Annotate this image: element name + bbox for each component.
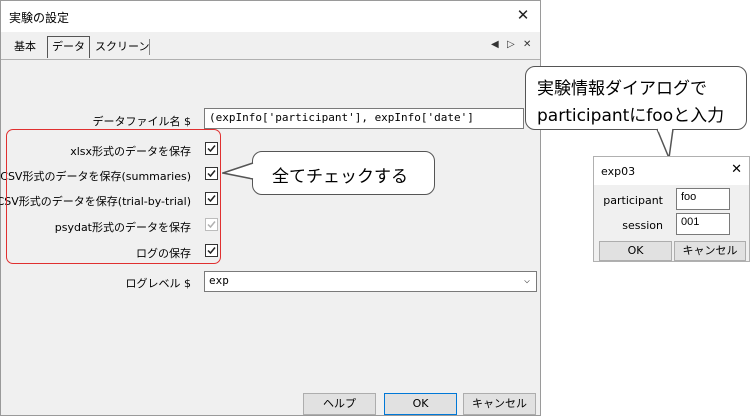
dialog-title: 実験の設定 xyxy=(9,11,70,25)
log-level-value: exp xyxy=(209,274,229,287)
tab-row: 基本 データ スクリーン ◀ ▷ ✕ xyxy=(1,32,540,59)
tab-data[interactable]: データ xyxy=(47,36,90,58)
close-icon[interactable]: ✕ xyxy=(731,162,742,177)
data-filename-label: データファイル名 $ xyxy=(92,115,192,128)
session-label: session xyxy=(622,219,663,232)
info-cancel-button[interactable]: キャンセル xyxy=(674,241,746,261)
tab-screen[interactable]: スクリーン xyxy=(91,38,153,56)
log-level-label: ログレベル $ xyxy=(125,277,192,290)
tab-close-icon[interactable]: ✕ xyxy=(523,39,531,50)
participant-input[interactable]: foo xyxy=(676,188,730,210)
check-all-callout-text: 全てチェックする xyxy=(272,167,408,187)
info-callout-line1: 実験情報ダイアログで xyxy=(537,79,707,99)
log-level-select[interactable]: exp ⌵ xyxy=(204,271,537,292)
tab-basic[interactable]: 基本 xyxy=(10,38,40,56)
participant-label: participant xyxy=(603,194,663,207)
info-dialog-callout: 実験情報ダイアログで participantにfooと入力 xyxy=(525,66,747,130)
info-dialog-title: exp03 xyxy=(601,165,636,178)
tab-separator xyxy=(149,39,150,55)
title-bar: 実験の設定 ✕ xyxy=(1,1,540,32)
help-button[interactable]: ヘルプ xyxy=(303,393,376,415)
check-all-callout-pointer xyxy=(222,162,254,180)
dropdown-chevron-icon: ⌵ xyxy=(523,275,530,286)
data-filename-input[interactable]: (expInfo['participant'], expInfo['date'] xyxy=(204,108,524,129)
info-callout-line2: participantにfooと入力 xyxy=(537,106,725,126)
checkbox-highlight-box xyxy=(6,129,221,264)
close-icon[interactable]: ✕ xyxy=(514,6,532,24)
experiment-info-dialog: exp03 ✕ participant foo session 001 OK キ… xyxy=(593,156,750,262)
session-input[interactable]: 001 xyxy=(676,213,730,235)
info-title-bar: exp03 ✕ xyxy=(594,157,749,185)
tab-next-icon[interactable]: ▷ xyxy=(507,39,515,50)
cancel-button[interactable]: キャンセル xyxy=(463,393,536,415)
ok-button[interactable]: OK xyxy=(384,393,457,415)
info-ok-button[interactable]: OK xyxy=(599,241,672,261)
tab-prev-icon[interactable]: ◀ xyxy=(491,39,499,50)
check-all-callout: 全てチェックする xyxy=(252,151,435,195)
